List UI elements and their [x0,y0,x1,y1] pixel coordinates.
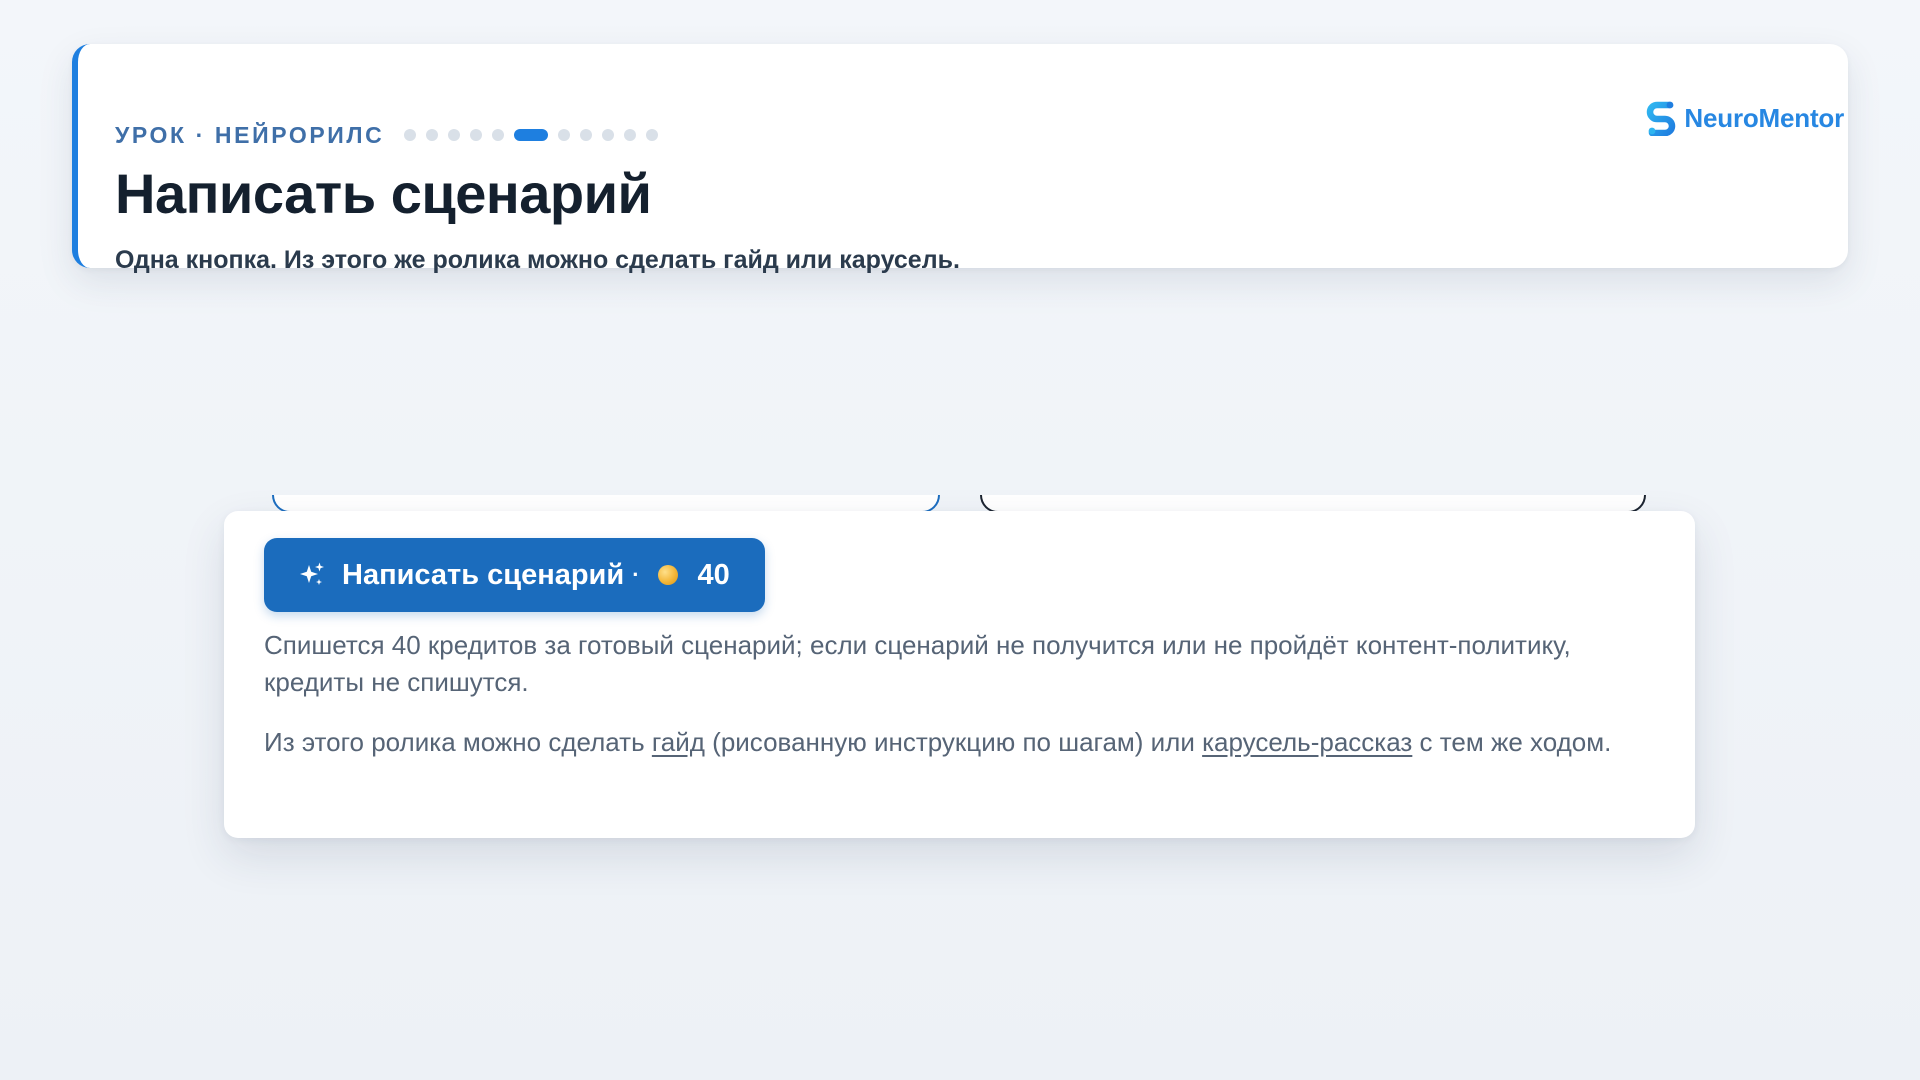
guide-link[interactable]: гайд [652,727,705,757]
lesson-progress-indicator [404,129,659,141]
progress-dot [580,129,593,141]
lesson-header-card: Урок · Нейрорилс Написать сценарий Одна … [72,44,1848,274]
lesson-eyebrow: Урок · Нейрорилс [115,122,385,148]
brand-logo: NeuroMentor [1645,100,1844,136]
progress-dot [448,129,461,141]
coin-icon [657,565,678,585]
reuse-note: Из этого ролика можно сделать гайд (рисо… [264,724,1659,761]
progress-dot [404,129,417,141]
write-script-button[interactable]: Написать сценарий · 40 [264,538,765,612]
reuse-note-text-middle: (рисованную инструкцию по шагам) или [704,727,1203,757]
lesson-eyebrow-row: Урок · Нейрорилс [115,120,659,150]
write-script-button-label: Написать сценарий [342,558,625,591]
progress-dot [470,129,483,141]
credits-cost-note: Спишется 40 кредитов за готовый сценарий… [264,630,1571,697]
write-script-cost: 40 [697,558,730,591]
brand-name: NeuroMentor [1684,102,1844,133]
progress-dot [646,129,659,141]
progress-dot [492,129,505,141]
reuse-note-text-start: Из этого ролика можно сделать [264,727,652,757]
progress-dot-current [514,129,549,141]
sparkle-icon [300,562,324,585]
progress-dot [426,129,439,141]
script-action-card: Написать сценарий · 40 Спишется 40 креди… [224,511,1695,838]
progress-dot [602,129,615,141]
neuromentor-logo-icon [1647,101,1676,136]
progress-dot [558,129,571,141]
page-subtitle: Одна кнопка. Из этого же ролика можно сд… [115,246,960,274]
button-separator: · [632,562,640,587]
page-title: Написать сценарий [115,162,652,225]
progress-dot [624,129,637,141]
reuse-note-text-end: с тем же ходом. [1412,727,1612,757]
carousel-story-link[interactable]: карусель-рассказ [1202,727,1412,757]
